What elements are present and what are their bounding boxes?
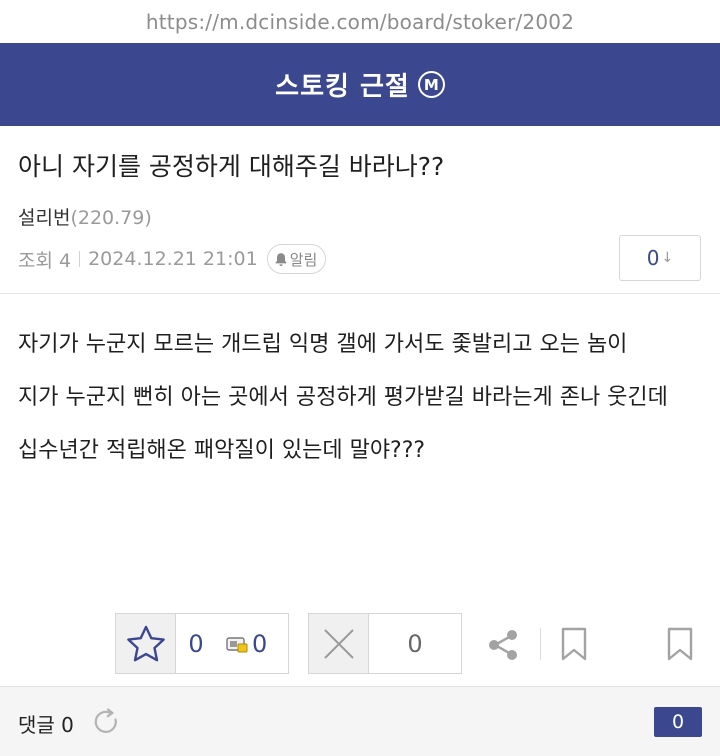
fixed-member-icon [226,636,248,652]
post-datetime: 2024.12.21 21:01 [88,248,258,270]
browser-url-bar[interactable]: https://m.dcinside.com/board/stoker/2002 [0,0,720,43]
author-name: 설리번 [18,207,71,229]
downvote-count: 0 [407,629,423,658]
post-meta: 조회 4 2024.12.21 21:01 알림 [18,244,327,274]
url-text: https://m.dcinside.com/board/stoker/2002 [145,9,575,34]
arrow-down-icon: ↓ [661,250,674,266]
gallery-name[interactable]: 스토킹 근절 [275,66,410,103]
close-icon [323,628,354,659]
comment-label[interactable]: 댓글 0 [18,709,74,738]
share-button[interactable] [486,628,520,666]
upvote-count: 0 [188,629,204,658]
meta-divider [79,251,81,267]
share-icon [489,630,517,660]
post-title: 아니 자기를 공정하게 대해주길 바라나?? [18,152,445,181]
comment-count-badge[interactable]: 0 [654,707,702,737]
scrap-button[interactable] [561,627,587,665]
post-paragraph: 지가 누군지 뻔히 아는 곳에서 공정하게 평가받길 바라는게 존나 웃긴데 [18,385,668,410]
upvote-button[interactable] [116,614,176,673]
alarm-label: 알림 [289,250,318,269]
downvote-box: 0 [308,613,462,674]
post-body: 자기가 누군지 모르는 개드립 익명 갤에 가서도 좇발리고 오는 놈이 지가 … [18,327,702,486]
post-author[interactable]: 설리번(220.79) [18,203,152,230]
content-divider [0,293,720,294]
fixed-upvote: 0 [216,614,281,673]
post-paragraph: 십수년간 적립해온 패악질이 있는데 말야??? [18,438,426,463]
post-paragraph: 자기가 누군지 모르는 개드립 익명 갤에 가서도 좇발리고 오는 놈이 [18,332,628,357]
gallery-header: 스토킹 근절 M [0,43,720,126]
bookmark-icon [561,627,587,661]
upvote-box: 0 0 [115,613,289,674]
minor-gallery-badge: M [417,71,445,98]
comment-jump-button[interactable]: 0 ↓ [619,235,701,281]
action-divider [540,628,541,660]
author-ip: (220.79) [70,207,152,229]
view-count: 조회 4 [18,249,72,272]
downvote-button[interactable] [309,614,369,673]
bookmark-button[interactable] [667,627,693,665]
bell-icon [275,252,287,266]
alarm-button[interactable]: 알림 [266,244,327,274]
refresh-button[interactable] [91,707,121,741]
comment-jump-count: 0 [646,246,660,270]
refresh-icon [94,708,117,733]
comment-bar: 댓글 0 0 [0,686,720,756]
bookmark-icon [667,627,693,661]
star-icon [126,625,165,661]
fixed-upvote-count: 0 [252,629,268,658]
